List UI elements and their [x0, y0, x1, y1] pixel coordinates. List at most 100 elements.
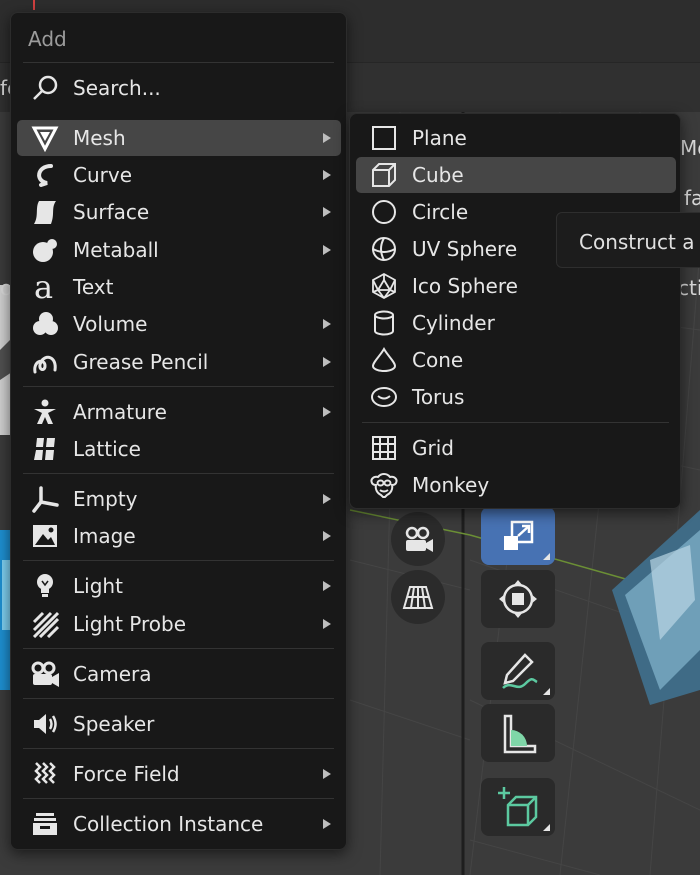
- tooltip-text: Construct a: [579, 230, 695, 254]
- menu-item-label: Surface: [73, 200, 150, 224]
- menu-item-label: Plane: [412, 126, 467, 150]
- toggle-projection-button[interactable]: [391, 570, 445, 624]
- ico-sphere-icon: [364, 268, 404, 304]
- mesh-icon: [25, 120, 65, 156]
- tool-options-corner: [543, 688, 550, 695]
- submenu-arrow-icon: [323, 819, 331, 829]
- bg-text-fragment: cti: [678, 276, 700, 300]
- annotate-tool-button[interactable]: [481, 642, 555, 700]
- tool-options-corner: [543, 824, 550, 831]
- camera-view-icon: [405, 526, 433, 552]
- mesh-item-plane[interactable]: Plane: [356, 120, 676, 156]
- menu-item-armature[interactable]: Armature: [17, 394, 341, 430]
- grease-pencil-icon: [25, 344, 65, 380]
- menu-item-empty[interactable]: Empty: [17, 481, 341, 517]
- mesh-item-cube[interactable]: Cube: [356, 157, 676, 193]
- submenu-arrow-icon: [323, 357, 331, 367]
- menu-item-label: Cylinder: [412, 311, 495, 335]
- mesh-item-torus[interactable]: Torus: [356, 379, 676, 415]
- menu-item-light-probe[interactable]: Light Probe: [17, 606, 341, 642]
- perspective-grid-icon: [402, 586, 434, 609]
- menu-item-label: Mesh: [73, 126, 126, 150]
- bg-text-fragment: fa: [684, 186, 700, 210]
- menu-item-label: Monkey: [412, 473, 490, 497]
- menu-item-surface[interactable]: Surface: [17, 194, 341, 230]
- menu-title: Add: [28, 27, 67, 51]
- search-icon: [25, 70, 65, 106]
- curve-icon: [25, 157, 65, 193]
- annotate-pencil-icon: [502, 653, 538, 689]
- light-bulb-icon: [25, 568, 65, 604]
- menu-item-label: Text: [73, 275, 114, 299]
- menu-item-label: Volume: [73, 312, 148, 336]
- menu-separator: [23, 473, 334, 474]
- add-cube-tool-button[interactable]: [481, 778, 555, 836]
- uv-sphere-icon: [364, 231, 404, 267]
- menu-item-label: Empty: [73, 487, 138, 511]
- menu-separator: [23, 62, 334, 63]
- menu-item-label: Circle: [412, 200, 469, 224]
- menu-item-image[interactable]: Image: [17, 518, 341, 554]
- circle-icon: [364, 194, 404, 230]
- menu-item-force-field[interactable]: Force Field: [17, 756, 341, 792]
- measure-tool-button[interactable]: [481, 704, 555, 762]
- menu-item-lattice[interactable]: Lattice: [17, 431, 341, 467]
- toggle-camera-view-button[interactable]: [391, 512, 445, 566]
- search-label: Search...: [73, 76, 161, 100]
- menu-item-label: Camera: [73, 662, 152, 686]
- submenu-arrow-icon: [323, 407, 331, 417]
- tool-options-corner: [543, 553, 550, 560]
- mesh-item-monkey[interactable]: Monkey: [356, 467, 676, 503]
- mesh-item-cylinder[interactable]: Cylinder: [356, 305, 676, 341]
- submenu-arrow-icon: [323, 769, 331, 779]
- light-probe-icon: [25, 606, 65, 642]
- menu-item-label: Cone: [412, 348, 464, 372]
- menu-item-label: Grid: [412, 436, 454, 460]
- menu-item-label: Cube: [412, 163, 464, 187]
- menu-item-collection-instance[interactable]: Collection Instance: [17, 806, 341, 842]
- transform-tool-button[interactable]: [481, 570, 555, 628]
- volume-icon: [25, 306, 65, 342]
- menu-item-label: Speaker: [73, 712, 155, 736]
- submenu-arrow-icon: [323, 581, 331, 591]
- text-icon: a: [25, 269, 65, 305]
- armature-icon: [25, 394, 65, 430]
- submenu-arrow-icon: [323, 245, 331, 255]
- lattice-icon: [25, 431, 65, 467]
- mesh-item-cone[interactable]: Cone: [356, 342, 676, 378]
- submenu-arrow-icon: [323, 494, 331, 504]
- menu-separator: [23, 798, 334, 799]
- mesh-item-grid[interactable]: Grid: [356, 430, 676, 466]
- mesh-submenu: Plane Cube Circle UV Sphere Ico Sphere C…: [349, 113, 681, 509]
- menu-item-mesh[interactable]: Mesh: [17, 120, 341, 156]
- menu-item-metaball[interactable]: Metaball: [17, 232, 341, 268]
- menu-item-label: Image: [73, 524, 136, 548]
- surface-icon: [25, 194, 65, 230]
- scale-tool-button[interactable]: [481, 507, 555, 565]
- menu-item-grease-pencil[interactable]: Grease Pencil: [17, 344, 341, 380]
- menu-item-label: Torus: [412, 385, 465, 409]
- submenu-arrow-icon: [323, 531, 331, 541]
- collection-instance-icon: [25, 806, 65, 842]
- menu-item-label: UV Sphere: [412, 237, 518, 261]
- menu-item-camera[interactable]: Camera: [17, 656, 341, 692]
- measure-icon: [503, 714, 537, 754]
- menu-separator: [23, 386, 334, 387]
- menu-item-light[interactable]: Light: [17, 568, 341, 604]
- menu-search[interactable]: Search...: [17, 70, 341, 106]
- cube-icon: [364, 157, 404, 193]
- menu-item-label: Collection Instance: [73, 812, 264, 836]
- cylinder-icon: [364, 305, 404, 341]
- mesh-item-ico-sphere[interactable]: Ico Sphere: [356, 268, 676, 304]
- transform-icon: [499, 580, 537, 618]
- add-menu: Add Search... Mesh Curve Surface Metabal…: [10, 12, 347, 850]
- scale-icon: [504, 520, 534, 550]
- menu-separator: [23, 698, 334, 699]
- menu-separator: [23, 560, 334, 561]
- menu-item-volume[interactable]: Volume: [17, 306, 341, 342]
- menu-item-text[interactable]: a Text: [17, 269, 341, 305]
- cube-tooltip: Construct a: [556, 212, 700, 268]
- menu-item-curve[interactable]: Curve: [17, 157, 341, 193]
- cone-icon: [364, 342, 404, 378]
- menu-item-speaker[interactable]: Speaker: [17, 706, 341, 742]
